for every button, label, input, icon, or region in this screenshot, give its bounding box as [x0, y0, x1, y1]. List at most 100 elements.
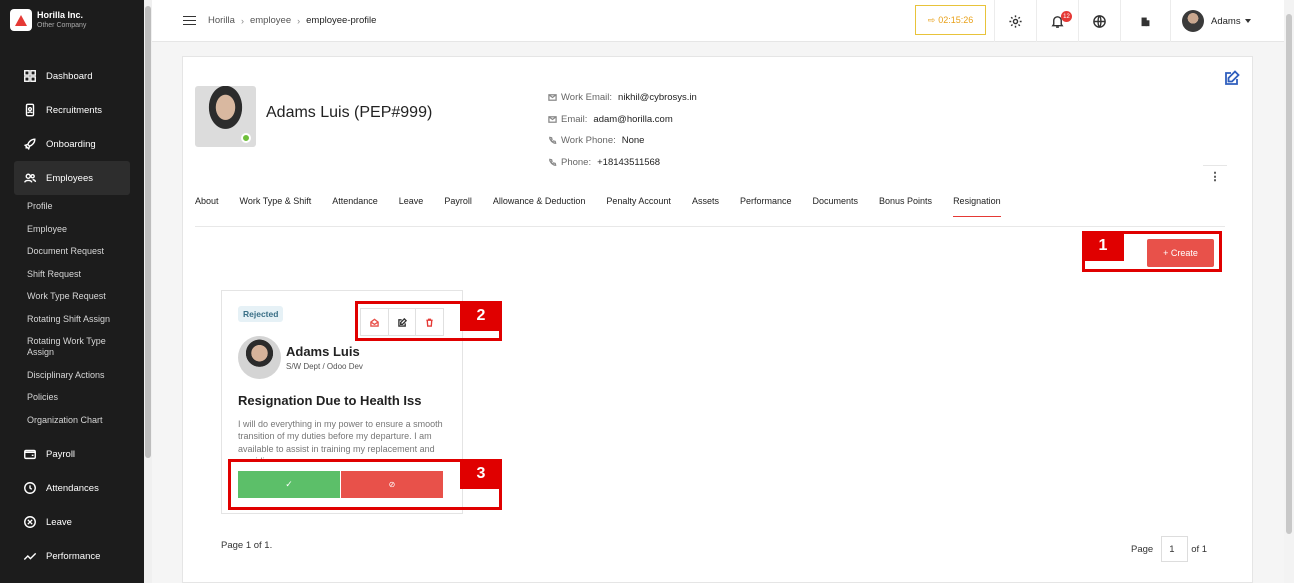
breadcrumb-current: employee-profile — [306, 15, 377, 26]
submenu-item-shift-request[interactable]: Shift Request — [27, 269, 122, 280]
contact-phone: Phone: +18143511568 — [548, 152, 697, 174]
tab-bonus-points[interactable]: Bonus Points — [879, 190, 932, 212]
page-scrollbar[interactable] — [1284, 0, 1294, 583]
tab-work-type-shift[interactable]: Work Type & Shift — [240, 190, 312, 212]
contact-value: None — [621, 135, 645, 147]
edit-profile-button[interactable] — [1223, 69, 1241, 87]
contact-label: Email: — [561, 113, 588, 125]
sidebar-item-label: Leave — [46, 516, 72, 528]
resignation-description: I will do everything in my power to ensu… — [238, 419, 443, 461]
employee-name: Adams Luis — [286, 344, 360, 359]
tab-allowance-deduction[interactable]: Allowance & Deduction — [493, 190, 586, 212]
submenu-item-policies[interactable]: Policies — [27, 392, 122, 403]
submenu-item-organization-chart[interactable]: Organization Chart — [27, 415, 122, 426]
gear-icon — [1009, 14, 1022, 28]
pagination-summary: Page 1 of 1. — [221, 540, 273, 551]
contact-label: Phone: — [561, 156, 592, 168]
sidebar-item-label: Attendances — [46, 482, 99, 494]
submenu-item-document-request[interactable]: Document Request — [27, 246, 122, 257]
timer-value: 02:15:26 — [938, 15, 974, 25]
submenu-item-rotating-shift-assign[interactable]: Rotating Shift Assign — [27, 314, 122, 325]
recruitment-icon — [22, 102, 38, 118]
tab-resignation[interactable]: Resignation — [953, 190, 1001, 217]
submenu-item-profile[interactable]: Profile — [27, 201, 122, 212]
submenu-item-work-type-request[interactable]: Work Type Request — [27, 291, 122, 302]
sidebar-item-dashboard[interactable]: Dashboard — [0, 59, 144, 93]
contact-info: Work Email: nikhil@cybrosys.in Email: ad… — [548, 87, 697, 173]
tab-penalty-account[interactable]: Penalty Account — [606, 190, 671, 212]
wallet-icon — [22, 446, 38, 462]
sidebar-scroll-thumb[interactable] — [145, 6, 151, 458]
pagination-label: Page — [1131, 543, 1154, 555]
tab-attendance[interactable]: Attendance — [332, 190, 378, 212]
attendance-timer-button[interactable]: ⇨ 02:15:26 — [915, 5, 986, 35]
notifications-button[interactable]: 12 — [1036, 0, 1078, 42]
pagination: Page 1 of 1 — [1131, 536, 1207, 562]
contact-label: Work Phone: — [561, 135, 616, 147]
sidebar-item-label: Recruitments — [46, 104, 102, 116]
sidebar-item-payroll[interactable]: Payroll — [0, 437, 144, 471]
phone-icon — [548, 158, 557, 167]
globe-icon — [1093, 14, 1106, 28]
breadcrumb-item[interactable]: Horilla — [208, 15, 235, 26]
profile-tabs: About Work Type & Shift Attendance Leave… — [195, 190, 1022, 217]
company-sub: Other Company — [37, 22, 87, 29]
clock-out-icon: ⇨ — [927, 14, 936, 25]
tab-payroll[interactable]: Payroll — [444, 190, 472, 212]
sidebar-item-label: Employees — [46, 172, 93, 184]
more-options-icon[interactable]: ⋮ — [1203, 165, 1227, 187]
status-badge: Rejected — [238, 306, 284, 322]
phone-icon — [548, 136, 557, 145]
page-scroll-thumb[interactable] — [1286, 14, 1292, 534]
contact-value: +18143511568 — [597, 156, 661, 168]
tab-assets[interactable]: Assets — [692, 190, 719, 212]
annotation-label-2: 2 — [460, 301, 502, 331]
submenu-item-employee[interactable]: Employee — [27, 224, 122, 235]
submenu-item-disciplinary-actions[interactable]: Disciplinary Actions — [27, 370, 122, 381]
mail-icon — [548, 115, 557, 124]
profile-name: Adams Luis (PEP#999) — [266, 104, 433, 121]
submenu-item-rotating-work-type-assign[interactable]: Rotating Work Type Assign — [27, 336, 122, 358]
sidebar-item-onboarding[interactable]: Onboarding — [0, 127, 144, 161]
sidebar-item-employees[interactable]: Employees — [14, 161, 130, 195]
contact-work-email: Work Email: nikhil@cybrosys.in — [548, 87, 697, 109]
tab-documents[interactable]: Documents — [812, 190, 858, 212]
contact-label: Work Email: — [561, 92, 613, 104]
sidebar-item-label: Performance — [46, 550, 101, 562]
tab-leave[interactable]: Leave — [399, 190, 424, 212]
tab-about[interactable]: About — [195, 190, 219, 212]
sidebar-item-label: Onboarding — [46, 138, 96, 150]
page-number-input[interactable]: 1 — [1161, 536, 1189, 562]
online-status-dot — [241, 133, 251, 143]
user-menu[interactable]: Adams — [1170, 0, 1251, 42]
sidebar-item-attendances[interactable]: Attendances — [0, 471, 144, 505]
edit-icon — [1225, 70, 1240, 85]
chart-icon — [22, 548, 38, 564]
company-switcher[interactable]: Horilla Inc. Other Company — [0, 0, 144, 40]
clock-icon — [22, 480, 38, 496]
settings-button[interactable] — [994, 0, 1036, 42]
contact-value: nikhil@cybrosys.in — [618, 92, 697, 104]
sidebar-item-recruitments[interactable]: Recruitments — [0, 93, 144, 127]
sidebar-scrollbar[interactable] — [144, 0, 152, 583]
employees-submenu: Profile Employee Document Request Shift … — [0, 195, 144, 426]
sidebar-item-leave[interactable]: Leave — [0, 505, 144, 539]
avatar — [1182, 10, 1204, 32]
dashboard-icon — [22, 68, 38, 84]
company-button[interactable] — [1120, 0, 1170, 42]
sidebar-item-performance[interactable]: Performance — [0, 539, 144, 573]
hamburger-menu-icon[interactable] — [183, 15, 196, 26]
pagination-total: of 1 — [1191, 543, 1208, 555]
resignation-title: Resignation Due to Health Iss — [238, 393, 422, 408]
sidebar: Horilla Inc. Other Company Dashboard Rec… — [0, 0, 144, 583]
caret-down-icon — [1244, 19, 1251, 23]
breadcrumb-item[interactable]: employee — [250, 15, 291, 26]
sidebar-bottom-nav: Payroll Attendances Leave Performance — [0, 437, 144, 573]
tab-performance[interactable]: Performance — [740, 190, 792, 212]
contact-email: Email: adam@horilla.com — [548, 109, 697, 131]
sidebar-main-nav: Dashboard Recruitments Onboarding Employ… — [0, 59, 144, 195]
language-button[interactable] — [1078, 0, 1120, 42]
sidebar-item-label: Payroll — [46, 448, 76, 460]
employee-avatar — [238, 336, 281, 379]
leave-icon — [22, 514, 38, 530]
